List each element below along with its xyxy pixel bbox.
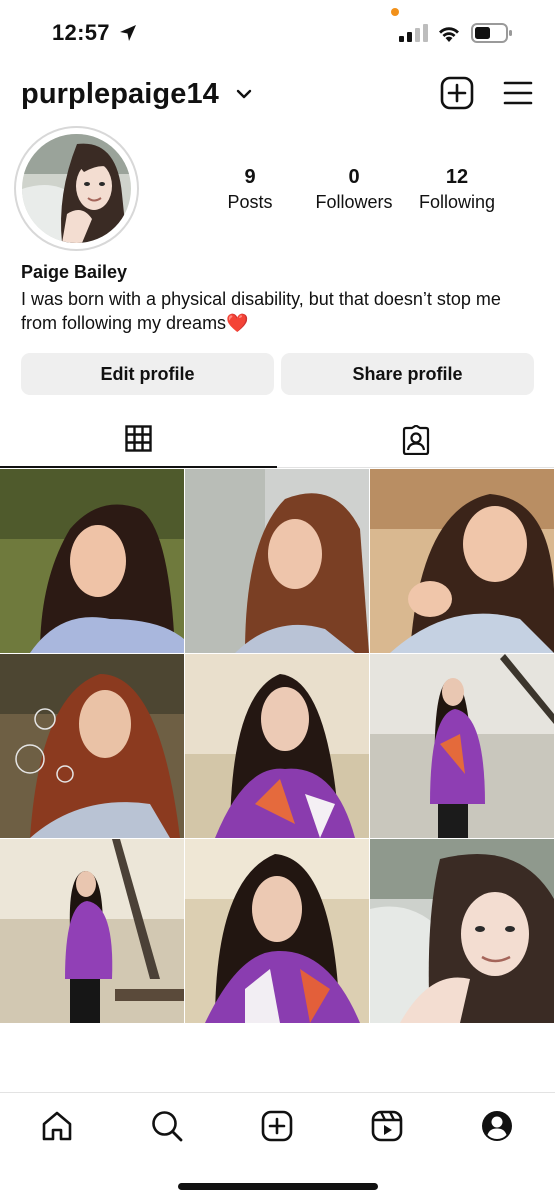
create-icon[interactable] [260,1109,294,1143]
menu-icon[interactable] [503,80,533,106]
home-icon[interactable] [40,1109,74,1143]
reels-icon[interactable] [370,1109,404,1143]
share-profile-button[interactable]: Share profile [281,353,534,395]
stat-followers[interactable]: 0 Followers [299,164,409,214]
posts-label: Posts [227,192,273,212]
avatar-illustration [22,134,131,243]
bio-text: I was born with a physical disability, b… [21,287,541,335]
new-post-icon[interactable] [440,76,474,110]
bio-body: I was born with a physical disability, b… [21,289,501,333]
post-thumbnail[interactable] [370,839,554,1023]
photo-grid [0,469,555,1024]
post-thumbnail[interactable] [370,654,554,838]
stat-following[interactable]: 12 Following [402,164,512,214]
battery-icon [471,23,512,43]
followers-label: Followers [315,192,393,212]
wifi-icon [439,27,459,42]
tab-tagged[interactable] [277,410,554,468]
tagged-icon [402,425,430,455]
bottom-nav [0,1092,555,1200]
grid-icon [125,425,152,452]
edit-profile-button[interactable]: Edit profile [21,353,274,395]
privacy-indicator-dot [391,8,399,16]
post-thumbnail[interactable] [185,469,369,653]
status-time: 12:57 [52,20,110,45]
post-thumbnail[interactable] [185,654,369,838]
search-icon[interactable] [150,1109,184,1143]
home-indicator [178,1183,378,1190]
heart-emoji: ❤️ [226,313,249,333]
profile-icon[interactable] [480,1109,514,1143]
display-name: Paige Bailey [21,262,128,282]
stat-posts[interactable]: 9 Posts [195,164,305,214]
post-thumbnail[interactable] [0,839,184,1023]
post-thumbnail[interactable] [0,654,184,838]
chevron-down-icon[interactable] [236,88,252,100]
avatar[interactable] [22,134,131,243]
followers-count: 0 [348,166,360,188]
post-thumbnail[interactable] [185,839,369,1023]
post-thumbnail[interactable] [370,469,554,653]
tab-grid[interactable] [0,410,277,468]
username-switcher[interactable]: purplepaige14 [21,78,219,111]
profile-header: purplepaige14 [0,70,555,120]
status-bar: 12:57 [0,0,555,66]
cellular-signal-icon [399,24,428,42]
location-arrow-icon [120,25,136,41]
posts-count: 9 [244,166,256,188]
following-label: Following [418,192,496,212]
post-thumbnail[interactable] [0,469,184,653]
following-count: 12 [445,166,469,188]
